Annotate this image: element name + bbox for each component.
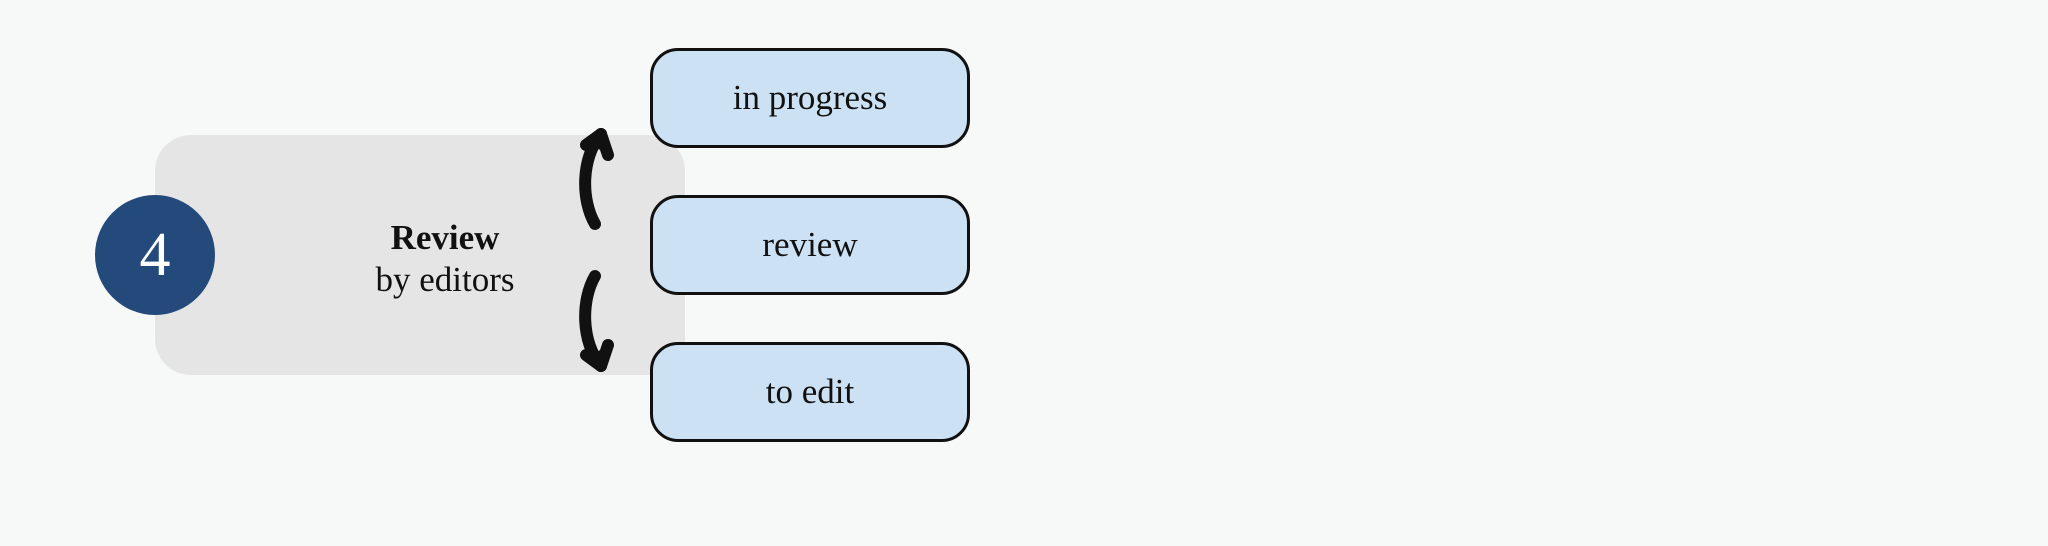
- states-column: in progress review to edit: [650, 48, 970, 442]
- step-subtitle: by editors: [325, 259, 565, 301]
- state-to-edit: to edit: [650, 342, 970, 442]
- step-number: 4: [140, 224, 171, 286]
- cycle-arrow-down-icon: [573, 268, 645, 388]
- state-in-progress: in progress: [650, 48, 970, 148]
- cycle-arrow-up-icon: [573, 112, 645, 232]
- step-title-block: Review by editors: [325, 217, 565, 301]
- step-title: Review: [325, 217, 565, 259]
- state-label: in progress: [733, 78, 888, 118]
- state-label: review: [762, 225, 857, 265]
- state-review: review: [650, 195, 970, 295]
- state-label: to edit: [766, 372, 854, 412]
- step-number-circle: 4: [95, 195, 215, 315]
- step-diagram: 4 Review by editors in progress review t…: [95, 50, 995, 490]
